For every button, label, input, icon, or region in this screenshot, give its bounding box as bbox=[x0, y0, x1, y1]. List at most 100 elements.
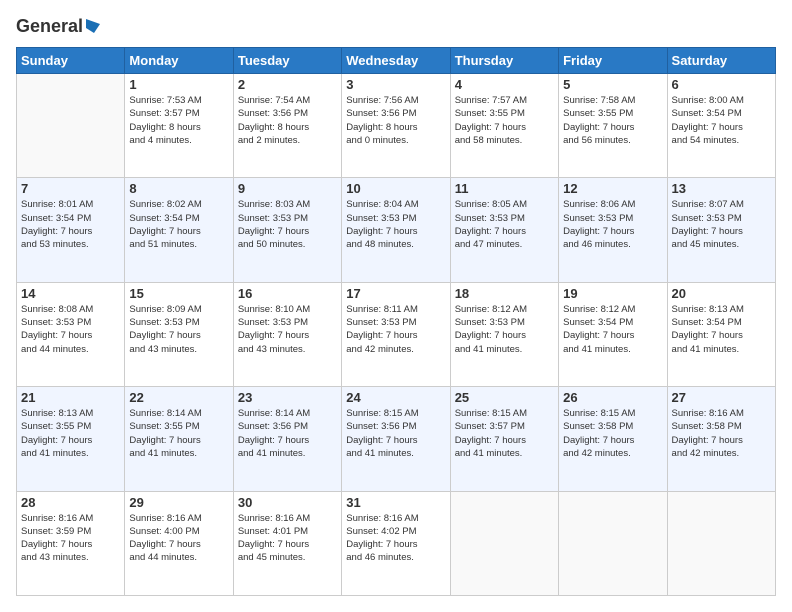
calendar-header-sunday: Sunday bbox=[17, 48, 125, 74]
day-number: 23 bbox=[238, 390, 337, 405]
day-number: 17 bbox=[346, 286, 445, 301]
calendar-cell bbox=[17, 74, 125, 178]
day-number: 11 bbox=[455, 181, 554, 196]
day-number: 12 bbox=[563, 181, 662, 196]
calendar-cell: 28Sunrise: 8:16 AM Sunset: 3:59 PM Dayli… bbox=[17, 491, 125, 595]
calendar-cell: 24Sunrise: 8:15 AM Sunset: 3:56 PM Dayli… bbox=[342, 387, 450, 491]
calendar-cell: 2 Sunrise: 7:54 AM Sunset: 3:56 PM Daylig… bbox=[233, 74, 341, 178]
calendar-cell: 4 Sunrise: 7:57 AM Sunset: 3:55 PM Daylig… bbox=[450, 74, 558, 178]
calendar-cell: 1Sunrise: 7:53 AM Sunset: 3:57 PM Daylig… bbox=[125, 74, 233, 178]
calendar-cell: 31Sunrise: 8:16 AM Sunset: 4:02 PM Dayli… bbox=[342, 491, 450, 595]
calendar-cell: 30Sunrise: 8:16 AM Sunset: 4:01 PM Dayli… bbox=[233, 491, 341, 595]
cell-info: Sunrise: 8:16 AM Sunset: 3:58 PM Dayligh… bbox=[672, 407, 771, 460]
calendar-cell: 3 Sunrise: 7:56 AM Sunset: 3:56 PM Daylig… bbox=[342, 74, 450, 178]
day-number: 26 bbox=[563, 390, 662, 405]
calendar-cell: 12 Sunrise: 8:06 AM Sunset: 3:53 PM Dayli… bbox=[559, 178, 667, 282]
calendar-cell bbox=[559, 491, 667, 595]
cell-info: Sunrise: 8:09 AM Sunset: 3:53 PM Dayligh… bbox=[129, 303, 228, 356]
calendar-cell: 14Sunrise: 8:08 AM Sunset: 3:53 PM Dayli… bbox=[17, 282, 125, 386]
cell-info: Sunrise: 8:16 AM Sunset: 4:02 PM Dayligh… bbox=[346, 512, 445, 565]
day-number: 22 bbox=[129, 390, 228, 405]
logo: General bbox=[16, 16, 102, 37]
day-number: 21 bbox=[21, 390, 120, 405]
calendar-cell: 16Sunrise: 8:10 AM Sunset: 3:53 PM Dayli… bbox=[233, 282, 341, 386]
cell-info: Sunrise: 7:58 AM Sunset: 3:55 PM Dayligh… bbox=[563, 94, 662, 147]
calendar-cell: 18Sunrise: 8:12 AM Sunset: 3:53 PM Dayli… bbox=[450, 282, 558, 386]
day-number: 29 bbox=[129, 495, 228, 510]
calendar-header-wednesday: Wednesday bbox=[342, 48, 450, 74]
cell-info: Sunrise: 7:54 AM Sunset: 3:56 PM Dayligh… bbox=[238, 94, 337, 147]
calendar-cell: 27 Sunrise: 8:16 AM Sunset: 3:58 PM Dayli… bbox=[667, 387, 775, 491]
cell-info: Sunrise: 8:14 AM Sunset: 3:55 PM Dayligh… bbox=[129, 407, 228, 460]
cell-info: Sunrise: 8:11 AM Sunset: 3:53 PM Dayligh… bbox=[346, 303, 445, 356]
cell-info: Sunrise: 8:16 AM Sunset: 3:59 PM Dayligh… bbox=[21, 512, 120, 565]
day-number: 27 bbox=[672, 390, 771, 405]
calendar-week-row: 28Sunrise: 8:16 AM Sunset: 3:59 PM Dayli… bbox=[17, 491, 776, 595]
calendar-cell: 29 Sunrise: 8:16 AM Sunset: 4:00 PM Dayli… bbox=[125, 491, 233, 595]
cell-info: Sunrise: 8:16 AM Sunset: 4:01 PM Dayligh… bbox=[238, 512, 337, 565]
calendar-cell: 17 Sunrise: 8:11 AM Sunset: 3:53 PM Dayli… bbox=[342, 282, 450, 386]
calendar-cell: 25 Sunrise: 8:15 AM Sunset: 3:57 PM Dayli… bbox=[450, 387, 558, 491]
calendar-cell bbox=[667, 491, 775, 595]
calendar-week-row: 14Sunrise: 8:08 AM Sunset: 3:53 PM Dayli… bbox=[17, 282, 776, 386]
day-number: 2 bbox=[238, 77, 337, 92]
day-number: 7 bbox=[21, 181, 120, 196]
calendar-header-monday: Monday bbox=[125, 48, 233, 74]
calendar-cell: 19Sunrise: 8:12 AM Sunset: 3:54 PM Dayli… bbox=[559, 282, 667, 386]
cell-info: Sunrise: 8:14 AM Sunset: 3:56 PM Dayligh… bbox=[238, 407, 337, 460]
calendar-cell: 23 Sunrise: 8:14 AM Sunset: 3:56 PM Dayli… bbox=[233, 387, 341, 491]
cell-info: Sunrise: 8:12 AM Sunset: 3:54 PM Dayligh… bbox=[563, 303, 662, 356]
cell-info: Sunrise: 8:10 AM Sunset: 3:53 PM Dayligh… bbox=[238, 303, 337, 356]
calendar-cell: 10 Sunrise: 8:04 AM Sunset: 3:53 PM Dayli… bbox=[342, 178, 450, 282]
day-number: 3 bbox=[346, 77, 445, 92]
day-number: 5 bbox=[563, 77, 662, 92]
calendar-cell: 22 Sunrise: 8:14 AM Sunset: 3:55 PM Dayli… bbox=[125, 387, 233, 491]
cell-info: Sunrise: 8:02 AM Sunset: 3:54 PM Dayligh… bbox=[129, 198, 228, 251]
day-number: 15 bbox=[129, 286, 228, 301]
calendar-cell: 13 Sunrise: 8:07 AM Sunset: 3:53 PM Dayli… bbox=[667, 178, 775, 282]
day-number: 25 bbox=[455, 390, 554, 405]
calendar-week-row: 21 Sunrise: 8:13 AM Sunset: 3:55 PM Dayli… bbox=[17, 387, 776, 491]
cell-info: Sunrise: 8:13 AM Sunset: 3:54 PM Dayligh… bbox=[672, 303, 771, 356]
cell-info: Sunrise: 8:04 AM Sunset: 3:53 PM Dayligh… bbox=[346, 198, 445, 251]
day-number: 24 bbox=[346, 390, 445, 405]
calendar-cell: 8 Sunrise: 8:02 AM Sunset: 3:54 PM Daylig… bbox=[125, 178, 233, 282]
cell-info: Sunrise: 8:13 AM Sunset: 3:55 PM Dayligh… bbox=[21, 407, 120, 460]
cell-info: Sunrise: 7:57 AM Sunset: 3:55 PM Dayligh… bbox=[455, 94, 554, 147]
cell-info: Sunrise: 8:00 AM Sunset: 3:54 PM Dayligh… bbox=[672, 94, 771, 147]
cell-info: Sunrise: 8:05 AM Sunset: 3:53 PM Dayligh… bbox=[455, 198, 554, 251]
day-number: 9 bbox=[238, 181, 337, 196]
cell-info: Sunrise: 8:15 AM Sunset: 3:57 PM Dayligh… bbox=[455, 407, 554, 460]
cell-info: Sunrise: 8:07 AM Sunset: 3:53 PM Dayligh… bbox=[672, 198, 771, 251]
calendar-cell: 5 Sunrise: 7:58 AM Sunset: 3:55 PM Daylig… bbox=[559, 74, 667, 178]
calendar-cell: 11 Sunrise: 8:05 AM Sunset: 3:53 PM Dayli… bbox=[450, 178, 558, 282]
calendar-week-row: 7 Sunrise: 8:01 AM Sunset: 3:54 PM Daylig… bbox=[17, 178, 776, 282]
cell-info: Sunrise: 8:12 AM Sunset: 3:53 PM Dayligh… bbox=[455, 303, 554, 356]
calendar-header-friday: Friday bbox=[559, 48, 667, 74]
calendar-week-row: 1Sunrise: 7:53 AM Sunset: 3:57 PM Daylig… bbox=[17, 74, 776, 178]
cell-info: Sunrise: 8:08 AM Sunset: 3:53 PM Dayligh… bbox=[21, 303, 120, 356]
cell-info: Sunrise: 7:53 AM Sunset: 3:57 PM Dayligh… bbox=[129, 94, 228, 147]
cell-info: Sunrise: 8:15 AM Sunset: 3:58 PM Dayligh… bbox=[563, 407, 662, 460]
day-number: 6 bbox=[672, 77, 771, 92]
calendar-cell: 21 Sunrise: 8:13 AM Sunset: 3:55 PM Dayli… bbox=[17, 387, 125, 491]
day-number: 10 bbox=[346, 181, 445, 196]
calendar-header-tuesday: Tuesday bbox=[233, 48, 341, 74]
calendar-header-saturday: Saturday bbox=[667, 48, 775, 74]
cell-info: Sunrise: 7:56 AM Sunset: 3:56 PM Dayligh… bbox=[346, 94, 445, 147]
cell-info: Sunrise: 8:01 AM Sunset: 3:54 PM Dayligh… bbox=[21, 198, 120, 251]
cell-info: Sunrise: 8:16 AM Sunset: 4:00 PM Dayligh… bbox=[129, 512, 228, 565]
day-number: 13 bbox=[672, 181, 771, 196]
cell-info: Sunrise: 8:06 AM Sunset: 3:53 PM Dayligh… bbox=[563, 198, 662, 251]
day-number: 8 bbox=[129, 181, 228, 196]
calendar-cell: 6 Sunrise: 8:00 AM Sunset: 3:54 PM Daylig… bbox=[667, 74, 775, 178]
calendar-cell: 15 Sunrise: 8:09 AM Sunset: 3:53 PM Dayli… bbox=[125, 282, 233, 386]
logo-general: General bbox=[16, 16, 83, 37]
calendar-cell: 20Sunrise: 8:13 AM Sunset: 3:54 PM Dayli… bbox=[667, 282, 775, 386]
page: General SundayMondayTuesdayWednesdayThur… bbox=[0, 0, 792, 612]
calendar-table: SundayMondayTuesdayWednesdayThursdayFrid… bbox=[16, 47, 776, 596]
calendar-cell bbox=[450, 491, 558, 595]
logo-icon bbox=[84, 17, 102, 35]
cell-info: Sunrise: 8:03 AM Sunset: 3:53 PM Dayligh… bbox=[238, 198, 337, 251]
day-number: 4 bbox=[455, 77, 554, 92]
